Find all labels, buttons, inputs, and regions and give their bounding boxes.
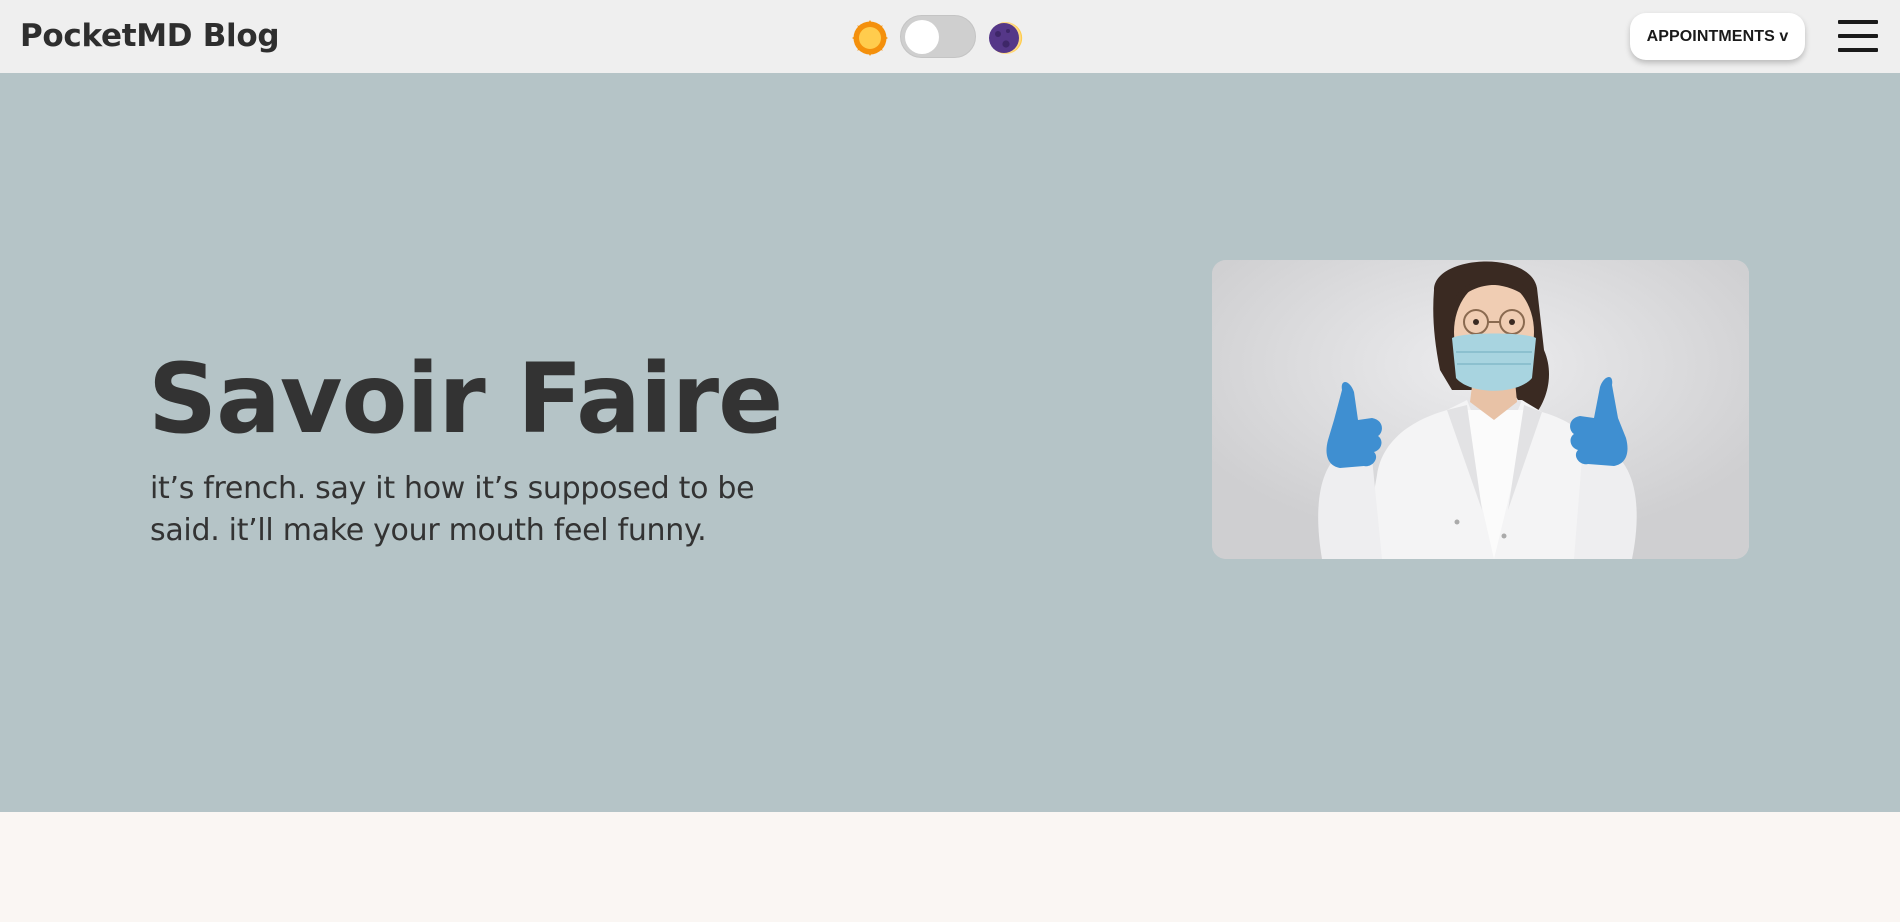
site-header: PocketMD Blog APPOINTMENTS v — [0, 0, 1900, 73]
moon-icon — [989, 22, 1023, 54]
appointments-dropdown-button[interactable]: APPOINTMENTS v — [1630, 13, 1805, 60]
site-brand[interactable]: PocketMD Blog — [20, 18, 280, 54]
hero-subtitle: it’s french. say it how it’s supposed to… — [150, 471, 755, 548]
toggle-knob — [905, 20, 939, 54]
sun-icon — [852, 20, 888, 56]
theme-toggle-group — [852, 14, 1024, 60]
doctor-thumbs-up-photo — [1212, 260, 1749, 559]
hamburger-menu-icon[interactable] — [1838, 20, 1878, 52]
hero-title: Savoir Faire — [148, 343, 783, 455]
content-section — [0, 812, 1900, 922]
theme-toggle-switch[interactable] — [900, 15, 976, 58]
hero-section: Savoir Faire it’s french. say it how it’… — [0, 73, 1900, 812]
